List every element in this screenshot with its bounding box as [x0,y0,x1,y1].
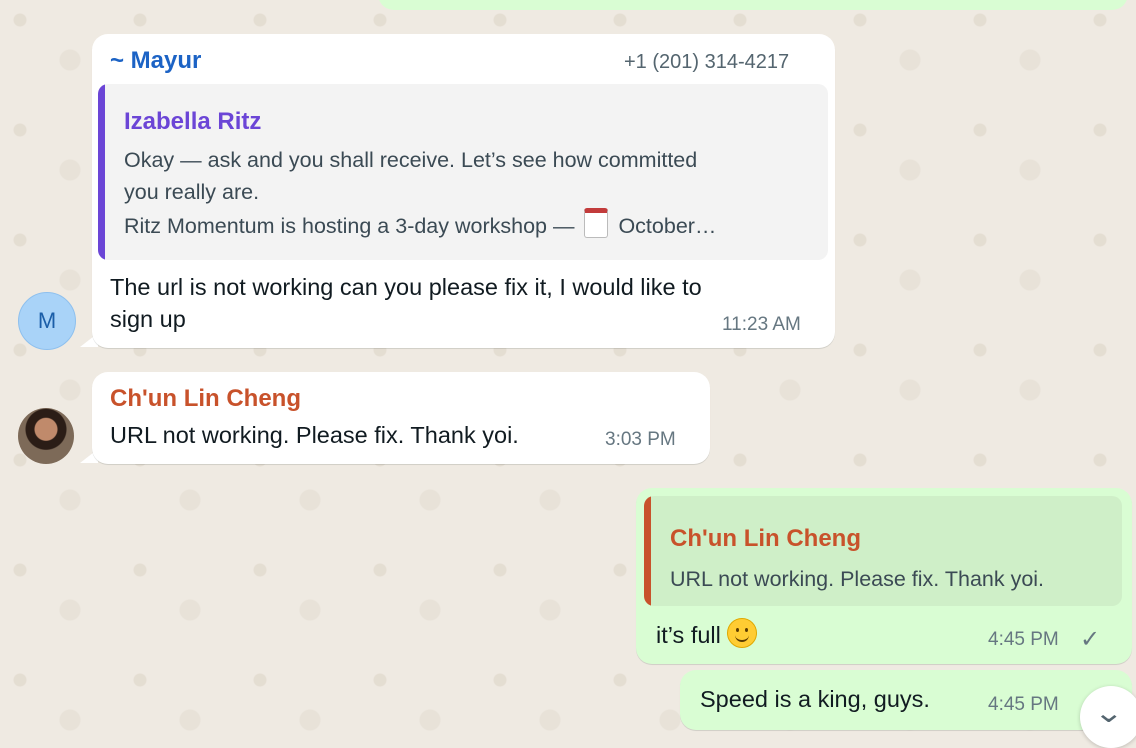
avatar-chun-lin-cheng[interactable] [18,408,74,464]
quote-line-3-start: Ritz Momentum is hosting a 3-day worksho… [124,214,575,238]
message-mayur[interactable]: ~ Mayur +1 (201) 314-4217 Izabella Ritz … [92,34,835,348]
quote-bar [644,496,651,606]
message-text: Speed is a king, guys. [700,686,930,712]
slightly-smiling-face-icon [726,618,757,648]
avatar-mayur[interactable]: M [18,292,76,350]
quote-line-3-end: October… [618,214,717,238]
previous-outgoing-bubble [378,0,1128,10]
quote-text: URL not working. Please fix. Thank yoi. [670,567,1045,591]
message-reply-full[interactable]: Ch'un Lin Cheng URL not working. Please … [636,488,1132,664]
sent-check-icon: ✓ [1080,626,1101,653]
quoted-message[interactable]: Izabella Ritz Okay — ask and you shall r… [98,84,828,260]
message-line-2: sign up [110,306,186,332]
message-time: 4:45 PM [988,694,1059,715]
calendar-icon [584,208,609,238]
quote-line-2: you really are. [124,180,260,204]
avatar-letter: M [37,308,57,333]
sender-name[interactable]: Ch'un Lin Cheng [110,385,301,413]
scroll-to-bottom-button[interactable]: ⌄ [1080,686,1136,748]
quote-line-1: Okay — ask and you shall receive. Let’s … [124,148,698,172]
sender-phone: +1 (201) 314-4217 [624,51,790,73]
message-time: 11:23 AM [722,314,801,335]
quoted-message[interactable]: Ch'un Lin Cheng URL not working. Please … [644,496,1122,606]
quote-sender: Izabella Ritz [124,108,262,135]
message-line-1: The url is not working can you please fi… [110,274,702,300]
message-text-content: it’s full [656,622,721,648]
message-time: 3:03 PM [605,429,676,450]
message-chun-lin-cheng[interactable]: Ch'un Lin Cheng URL not working. Please … [92,372,710,464]
quote-sender: Ch'un Lin Cheng [670,525,862,552]
message-time: 4:45 PM [988,629,1059,650]
sender-name[interactable]: ~ Mayur [110,47,201,75]
message-text: URL not working. Please fix. Thank yoi. [110,422,519,448]
message-speed[interactable]: Speed is a king, guys. 4:45 PM [680,670,1132,730]
quote-bar [98,84,105,260]
quote-line-3: Ritz Momentum is hosting a 3-day worksho… [124,208,716,242]
chevron-down-icon: ⌄ [1093,697,1124,728]
message-text: it’s full [656,618,757,651]
